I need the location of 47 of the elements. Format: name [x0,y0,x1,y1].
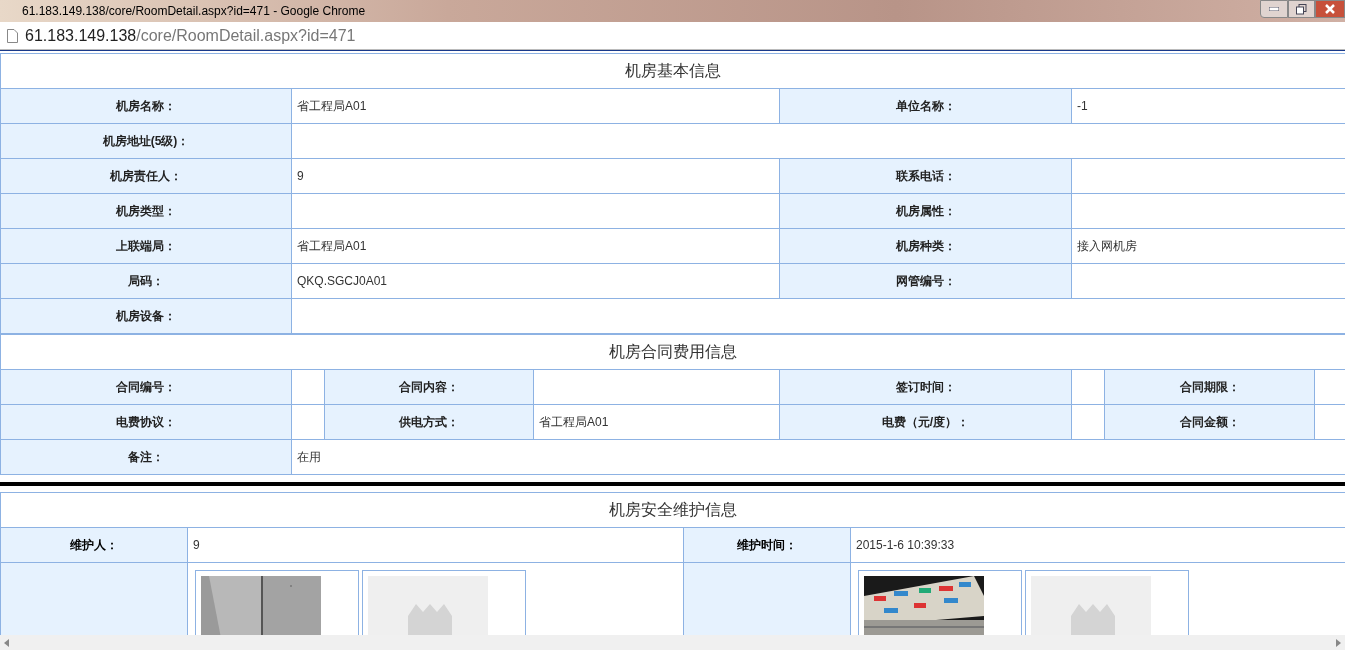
field-value: 省工程局A01 [291,228,780,264]
field-label: 机房种类： [779,228,1072,264]
field-label: 备注： [0,439,292,475]
section-title: 机房合同费用信息 [0,334,1345,370]
scroll-right-icon[interactable] [1336,638,1341,647]
field-value: 省工程局A01 [291,88,780,124]
field-label: 合同金额： [1104,404,1315,440]
field-label: 机房责任人： [0,158,292,194]
field-label: 单位名称： [779,88,1072,124]
field-label: 联系电话： [779,158,1072,194]
page-icon [7,28,18,43]
field-label: 电费（元/度）： [779,404,1072,440]
field-label: 局码： [0,263,292,299]
field-value: 9 [187,527,684,563]
field-value: 在用 [291,439,1345,475]
restore-icon [1296,3,1307,15]
photo-frame[interactable] [858,570,1022,635]
close-icon [1325,4,1335,14]
section-title: 机房安全维护信息 [0,492,1345,528]
restore-button[interactable] [1288,0,1315,18]
field-label: 机房设备： [0,298,292,334]
field-value: -1 [1071,88,1345,124]
horizontal-scrollbar[interactable] [0,635,1345,650]
field-value: 省工程局A01 [533,404,780,440]
field-value: 9 [291,158,780,194]
section-title: 机房基本信息 [0,53,1345,89]
field-label: 机房类型： [0,193,292,229]
url-text[interactable]: 61.183.149.138/core/RoomDetail.aspx?id=471 [25,23,356,48]
field-label: 上联端局： [0,228,292,264]
field-label: 机房地址(5级)： [0,123,292,159]
field-value: QKQ.SGCJ0A01 [291,263,780,299]
field-label: 维护时间： [683,527,851,563]
field-label: 合同期限： [1104,369,1315,405]
field-label: 机房属性： [779,193,1072,229]
field-label: 合同内容： [324,369,534,405]
field-label: 供电方式： [324,404,534,440]
scroll-left-icon[interactable] [4,638,9,647]
field-label: 机房名称： [0,88,292,124]
field-label: 合同编号： [0,369,292,405]
field-label: 维护人： [0,527,188,563]
field-label: 电费协议： [0,404,292,440]
minimize-icon [1269,7,1279,11]
field-label: 签订时间： [779,369,1072,405]
field-value: 接入网机房 [1071,228,1345,264]
close-button[interactable] [1315,0,1345,18]
field-label: 网管编号： [779,263,1072,299]
window-title: 61.183.149.138/core/RoomDetail.aspx?id=471 - Google Chrome [22,3,366,20]
